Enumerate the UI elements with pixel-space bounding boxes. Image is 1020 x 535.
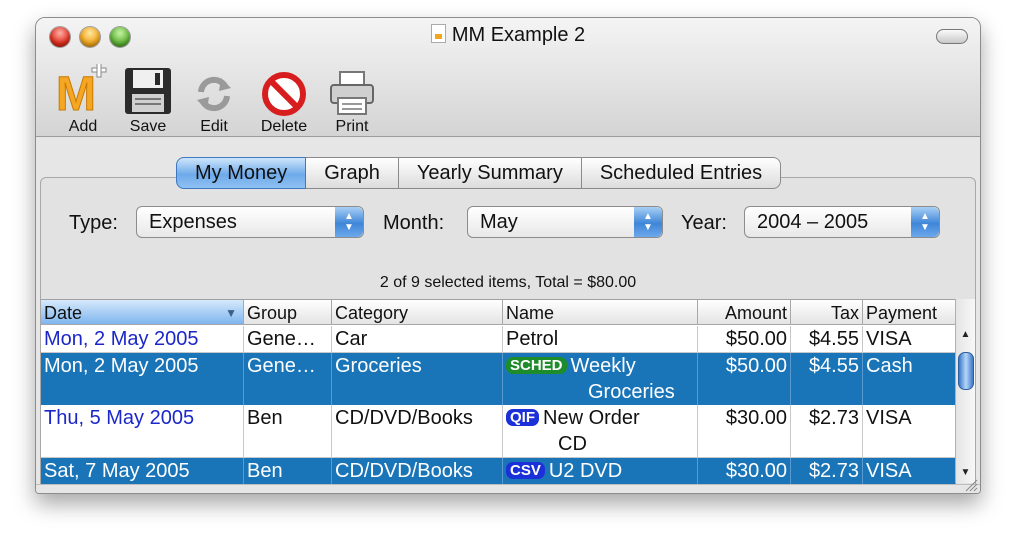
date-cell: Mon, 2 May 2005 xyxy=(41,353,244,405)
year-select-value: 2004 – 2005 xyxy=(757,211,869,233)
category-cell: CD/DVD/Books xyxy=(332,405,503,457)
amount-cell: $50.00 xyxy=(698,353,791,405)
group-cell: Ben xyxy=(244,458,332,484)
tax-cell: $4.55 xyxy=(791,326,863,352)
tab-scheduled-entries[interactable]: Scheduled Entries xyxy=(581,157,782,189)
resize-grip-icon[interactable] xyxy=(964,478,978,492)
tab-bar: My Money Graph Yearly Summary Scheduled … xyxy=(176,157,782,189)
filter-bar: Type: Expenses ▲ ▼ Month: May ▲ ▼ Year: 20… xyxy=(36,206,980,242)
sort-descending-icon: ▼ xyxy=(225,306,237,320)
up-down-arrows-icon: ▲ ▼ xyxy=(634,207,662,237)
column-header-category[interactable]: Category xyxy=(332,300,503,325)
type-select[interactable]: Expenses ▲ ▼ xyxy=(136,206,364,238)
print-button-label: Print xyxy=(335,118,369,135)
name-cell: QIF New Order CD xyxy=(503,405,698,457)
table-row[interactable]: Mon, 2 May 2005 Gene… Car Petrol $50.00 … xyxy=(41,326,956,352)
column-header-amount[interactable]: Amount xyxy=(698,300,791,325)
name-cell: SCHED Weekly Groceries xyxy=(503,353,698,405)
table-row[interactable]: Mon, 2 May 2005 Gene… Groceries SCHED Wee… xyxy=(41,353,956,405)
window-title: MM Example 2 xyxy=(36,24,980,47)
tax-cell: $2.73 xyxy=(791,458,863,484)
app-window: MM Example 2 M Add Save Edit Delete Prin… xyxy=(35,17,981,494)
date-cell: Sat, 7 May 2005 xyxy=(41,458,244,484)
name-text: New Order xyxy=(543,407,640,429)
floppy-disk-icon xyxy=(125,68,171,114)
group-cell: Ben xyxy=(244,405,332,457)
type-label: Type: xyxy=(69,212,118,234)
amount-cell: $30.00 xyxy=(698,458,791,484)
delete-button-label: Delete xyxy=(260,118,308,135)
name-text: U2 DVD xyxy=(548,460,623,482)
up-down-arrows-icon: ▲ ▼ xyxy=(335,207,363,237)
scrollbar-thumb[interactable] xyxy=(958,352,974,390)
refresh-arrows-icon xyxy=(197,76,231,112)
table-row[interactable]: Sat, 7 May 2005 Ben CD/DVD/Books CSV U2 D… xyxy=(41,458,956,484)
table-row[interactable]: Thu, 5 May 2005 Ben CD/DVD/Books QIF New … xyxy=(41,405,956,457)
name-text: Petrol xyxy=(506,328,559,350)
category-cell: Groceries xyxy=(332,353,503,405)
column-header-name[interactable]: Name xyxy=(503,300,698,325)
payment-cell: Cash xyxy=(863,353,956,405)
vertical-scrollbar[interactable]: ▲ ▼ xyxy=(955,299,975,483)
tab-yearly-summary[interactable]: Yearly Summary xyxy=(398,157,582,189)
category-cell: CD/DVD/Books xyxy=(332,458,503,484)
window-title-text: MM Example 2 xyxy=(451,24,586,46)
column-header-date-label: Date xyxy=(44,303,83,323)
year-label: Year: xyxy=(681,212,727,234)
category-cell: Car xyxy=(332,326,503,352)
payment-cell: VISA xyxy=(863,326,956,352)
add-icon: M xyxy=(56,64,107,116)
document-icon xyxy=(430,24,446,43)
printer-icon xyxy=(330,71,374,115)
group-cell: Gene… xyxy=(244,353,332,405)
edit-button[interactable]: Edit xyxy=(179,64,249,136)
window-footer xyxy=(36,479,980,493)
month-label: Month: xyxy=(383,212,445,234)
delete-button[interactable]: Delete xyxy=(249,64,319,136)
tax-cell: $4.55 xyxy=(791,353,863,405)
main-content: My Money Graph Yearly Summary Scheduled … xyxy=(36,137,980,493)
year-select[interactable]: 2004 – 2005 ▲ ▼ xyxy=(744,206,940,238)
group-cell: Gene… xyxy=(244,326,332,352)
column-header-date[interactable]: Date ▼ xyxy=(41,300,244,325)
date-cell: Thu, 5 May 2005 xyxy=(41,405,244,457)
type-select-value: Expenses xyxy=(149,211,237,233)
amount-cell: $50.00 xyxy=(698,326,791,352)
month-select[interactable]: May ▲ ▼ xyxy=(467,206,663,238)
scheduled-badge: SCHED xyxy=(506,357,567,374)
name-cell: Petrol xyxy=(503,326,698,352)
tax-cell: $2.73 xyxy=(791,405,863,457)
amount-cell: $30.00 xyxy=(698,405,791,457)
toolbar-toggle-button[interactable] xyxy=(936,29,968,44)
payment-cell: VISA xyxy=(863,458,956,484)
transactions-table: Date ▼ Group Category Name Amount Tax Pa… xyxy=(41,299,956,484)
name-text-continued: CD xyxy=(558,433,587,455)
column-header-group[interactable]: Group xyxy=(244,300,332,325)
name-text-continued: Groceries xyxy=(588,381,675,403)
up-down-arrows-icon: ▲ ▼ xyxy=(911,207,939,237)
column-header-tax[interactable]: Tax xyxy=(791,300,863,325)
month-select-value: May xyxy=(480,211,518,233)
no-entry-icon xyxy=(262,72,306,116)
add-button-label: Add xyxy=(68,118,98,135)
csv-import-badge: CSV xyxy=(506,462,545,479)
tab-my-money[interactable]: My Money xyxy=(176,157,307,189)
payment-cell: VISA xyxy=(863,405,956,457)
tab-graph[interactable]: Graph xyxy=(306,157,399,189)
column-header-payment[interactable]: Payment xyxy=(863,300,956,325)
title-bar: MM Example 2 M Add Save Edit Delete Prin… xyxy=(36,18,980,137)
qif-import-badge: QIF xyxy=(506,409,539,426)
svg-text:M: M xyxy=(56,68,96,116)
edit-button-label: Edit xyxy=(200,118,228,135)
selection-summary: 2 of 9 selected items, Total = $80.00 xyxy=(379,274,637,291)
save-button-label: Save xyxy=(129,118,167,135)
scroll-up-arrow-icon[interactable]: ▲ xyxy=(956,327,975,343)
name-text: Weekly xyxy=(570,355,636,377)
save-button[interactable]: Save xyxy=(113,64,183,136)
date-cell: Mon, 2 May 2005 xyxy=(41,326,244,352)
print-button[interactable]: Print xyxy=(317,64,387,136)
add-button[interactable]: M Add xyxy=(48,64,118,136)
name-cell: CSV U2 DVD xyxy=(503,458,698,484)
